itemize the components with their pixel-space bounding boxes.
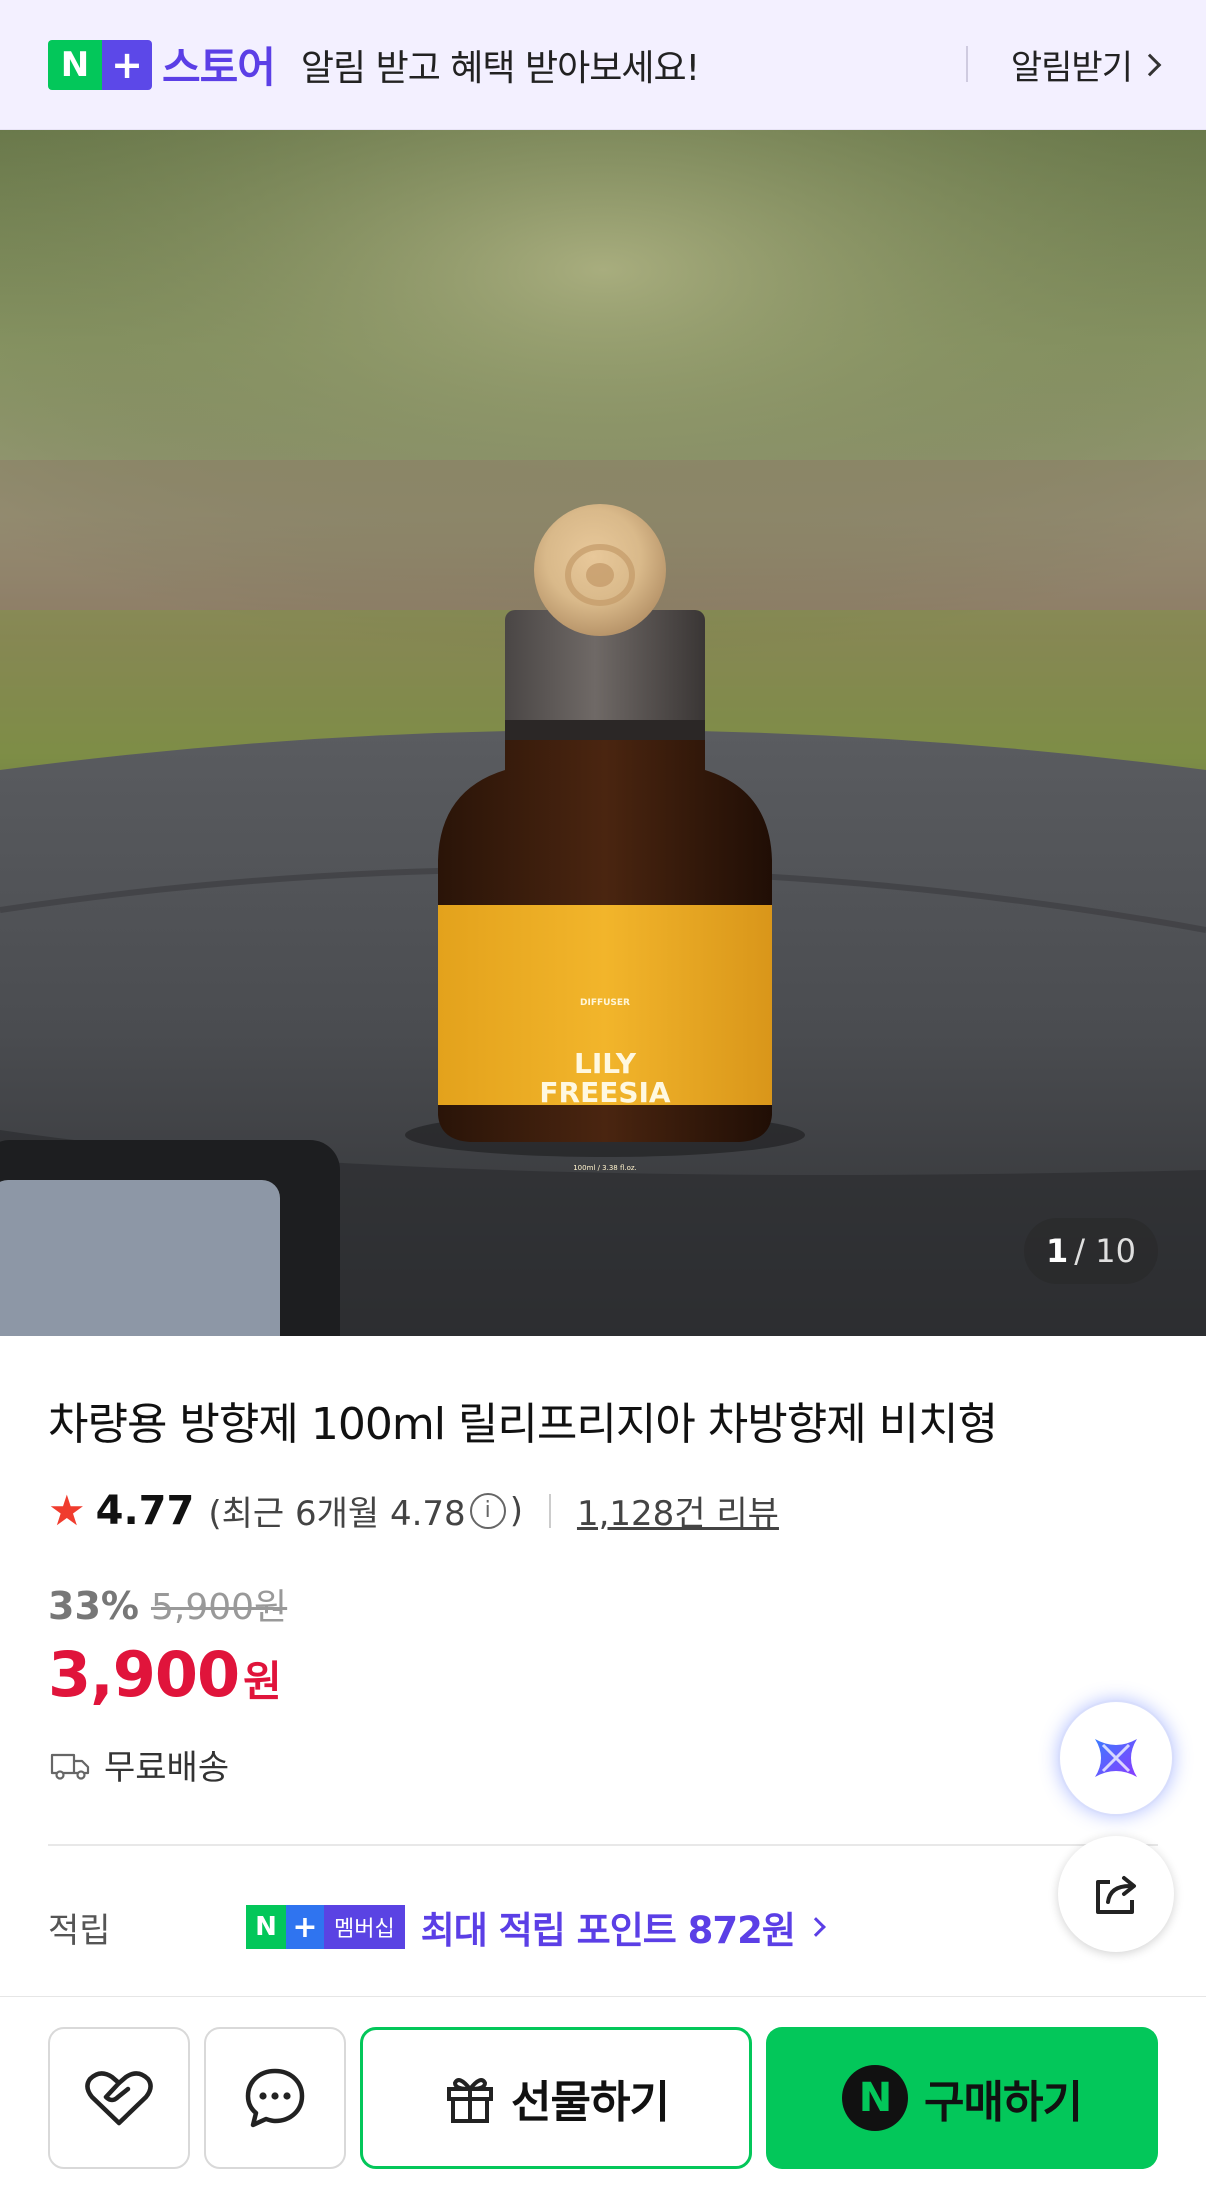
membership-badge-n: N [246, 1905, 286, 1949]
chat-bubble-icon [245, 2068, 305, 2128]
product-photo: DIFFUSER LILY FREESIA 100ml / 3.38 fl.oz… [0, 130, 1206, 1336]
logo-plus: + [102, 39, 152, 90]
max-points-text: 최대 적립 포인트 872원 [420, 1909, 796, 1952]
sale-price-value: 3,900 [48, 1638, 240, 1711]
logo-n: N [48, 39, 102, 90]
naver-pay-icon: N [842, 2065, 909, 2131]
logo-text: 스토어 [162, 43, 276, 92]
shipping-info: 무료배송 [50, 1740, 229, 1789]
subscribe-alerts-label: 알림받기 [1010, 48, 1133, 88]
subscribe-alerts-button[interactable]: 알림받기 [1010, 40, 1162, 89]
naver-plus-store-logo: N + 스토어 [48, 39, 276, 92]
shipping-label: 무료배송 [104, 1748, 230, 1788]
product-image-carousel[interactable]: DIFFUSER LILY FREESIA 100ml / 3.38 fl.oz… [0, 130, 1206, 1336]
star-icon: ★ [48, 1486, 86, 1535]
recent-rating: (최근 6개월 4.78 i ) [208, 1486, 523, 1535]
share-icon [1096, 1876, 1136, 1914]
rating-divider [548, 1493, 551, 1528]
currency-unit: 원 [243, 1657, 282, 1706]
membership-badge-plus: + [286, 1905, 324, 1949]
heart-icon [85, 2071, 153, 2126]
original-price: 5,900원 [150, 1587, 288, 1628]
discount-row: 33% 5,900원 [48, 1578, 287, 1630]
share-button[interactable] [1058, 1836, 1174, 1952]
bottom-action-bar: 선물하기 N 구매하기 [0, 1996, 1206, 2201]
points-label: 적립 [48, 1910, 111, 1951]
info-icon[interactable]: i [469, 1492, 506, 1529]
gift-label: 선물하기 [511, 2077, 670, 2128]
banner-message: 알림 받고 혜택 받아보세요! [300, 47, 700, 89]
ai-assistant-button[interactable] [1058, 1700, 1174, 1816]
chat-button[interactable] [204, 2027, 346, 2169]
membership-badge-text: 멤버십 [324, 1905, 405, 1949]
bottle-label-top: DIFFUSER [580, 998, 630, 1008]
points-row[interactable]: 적립 N + 멤버십 최대 적립 포인트 872원 [48, 1900, 1158, 1954]
image-counter-current: 1 [1046, 1232, 1069, 1270]
product-title: 차량용 방향제 100ml 릴리프리지아 차방향제 비치형 [48, 1399, 998, 1450]
sale-price: 3,900 원 [48, 1638, 282, 1711]
truck-icon [50, 1753, 90, 1780]
ai-assistant-icon [1095, 1739, 1137, 1777]
chevron-right-icon [1138, 53, 1162, 76]
gift-button[interactable]: 선물하기 [360, 2027, 752, 2169]
section-divider [48, 1844, 1158, 1846]
gift-icon [447, 2078, 494, 2123]
wishlist-button[interactable] [48, 2027, 190, 2169]
chevron-right-icon [806, 1917, 826, 1937]
banner-divider [966, 46, 968, 82]
notification-banner[interactable]: N + 스토어 알림 받고 혜택 받아보세요! 알림받기 [0, 0, 1206, 130]
review-count-link[interactable]: 1,128건 리뷰 [577, 1486, 779, 1535]
bottle-label-line2: FREESIA [539, 1076, 671, 1109]
bottle-label-bottom: 100ml / 3.38 fl.oz. [573, 1164, 637, 1172]
buy-label: 구매하기 [924, 2077, 1083, 2128]
buy-button[interactable]: N 구매하기 [766, 2027, 1158, 2169]
image-counter-total: / 10 [1074, 1232, 1136, 1270]
image-counter: 1 / 10 [1024, 1218, 1158, 1284]
recent-rating-close: ) [509, 1490, 523, 1531]
membership-badge: N + 멤버십 [246, 1905, 405, 1949]
recent-rating-text: (최근 6개월 4.78 [208, 1494, 466, 1534]
rating-row: ★ 4.77 (최근 6개월 4.78 i ) 1,128건 리뷰 [48, 1486, 779, 1535]
discount-percent: 33% [48, 1584, 139, 1628]
rating-score: 4.77 [95, 1487, 195, 1534]
